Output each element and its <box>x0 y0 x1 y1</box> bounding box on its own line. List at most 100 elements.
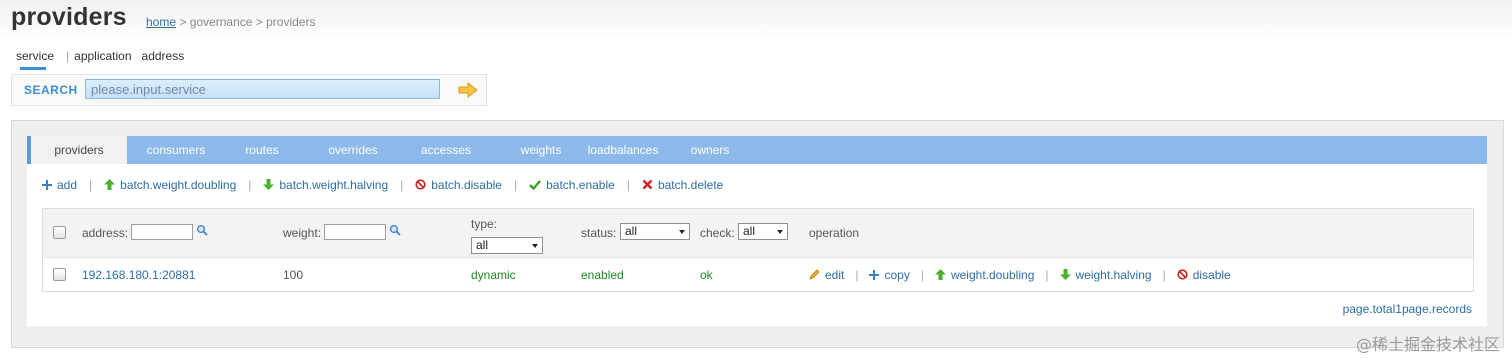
add-label: add <box>57 178 78 192</box>
check-filter-value: all <box>743 224 756 238</box>
tab-loadbalances[interactable]: loadbalances <box>577 136 669 164</box>
address-filter-input[interactable] <box>131 224 193 240</box>
content-panel-inner: providers consumers routes overrides acc… <box>27 136 1487 326</box>
provider-check: ok <box>700 268 713 282</box>
weight-halving-label: weight.halving <box>1075 268 1152 282</box>
batch-delete-button[interactable]: batch.delete <box>642 178 723 192</box>
row-operations: edit | copy | weight.doubling | weight.halving… <box>809 268 1231 283</box>
status-filter-select[interactable]: all <box>620 223 690 240</box>
type-filter-select[interactable]: all <box>471 237 543 254</box>
copy-button[interactable]: copy <box>869 268 910 283</box>
type-filter-label: type: <box>471 217 498 231</box>
tab-providers[interactable]: providers <box>31 136 127 164</box>
page-title: providers <box>11 3 127 31</box>
tab-overrides[interactable]: overrides <box>299 136 407 164</box>
subnav-address[interactable]: address <box>142 49 185 63</box>
subnav-service[interactable]: service <box>16 49 54 70</box>
check-filter-label: check: <box>700 226 735 240</box>
tab-routes[interactable]: routes <box>225 136 299 164</box>
tab-bar: providers consumers routes overrides acc… <box>27 136 1487 164</box>
provider-status: enabled <box>581 268 624 282</box>
disable-button[interactable]: disable <box>1177 268 1231 282</box>
tab-owners[interactable]: owners <box>675 136 745 164</box>
provider-address-link[interactable]: 192.168.180.1:20881 <box>82 268 195 282</box>
status-filter-label: status: <box>581 226 617 240</box>
search-input[interactable] <box>85 79 440 99</box>
add-button[interactable]: add <box>42 178 77 192</box>
arrow-up-icon <box>934 269 946 283</box>
edit-button[interactable]: edit <box>809 268 844 282</box>
weight-halving-button[interactable]: weight.halving <box>1059 268 1152 283</box>
sub-navigation: service | application address <box>16 49 185 70</box>
chevron-down-icon <box>532 244 538 248</box>
address-filter-label: address: <box>82 226 129 240</box>
providers-table: address: weight: type: all status: all c… <box>42 208 1474 292</box>
weight-filter-input[interactable] <box>324 224 386 240</box>
batch-weight-doubling-label: batch.weight.doubling <box>120 178 237 192</box>
type-filter-value: all <box>476 238 489 252</box>
batch-disable-label: batch.disable <box>431 178 502 192</box>
operation-separator: | <box>855 268 859 282</box>
batch-enable-button[interactable]: batch.enable <box>529 178 615 192</box>
select-all-checkbox[interactable] <box>53 226 66 239</box>
pencil-icon <box>809 269 820 283</box>
status-filter-value: all <box>625 224 638 238</box>
table-row: 192.168.180.1:20881 100 dynamic enabled … <box>43 258 1473 290</box>
plus-icon <box>869 269 880 283</box>
weight-doubling-label: weight.doubling <box>950 268 1035 282</box>
tab-consumers[interactable]: consumers <box>127 136 225 164</box>
weight-filter-label: weight: <box>283 226 322 240</box>
batch-weight-halving-button[interactable]: batch.weight.halving <box>263 178 388 192</box>
disable-label: disable <box>1192 268 1231 282</box>
batch-enable-label: batch.enable <box>546 178 615 192</box>
ban-icon <box>415 179 426 193</box>
tab-accesses[interactable]: accesses <box>407 136 485 164</box>
batch-weight-doubling-button[interactable]: batch.weight.doubling <box>104 178 236 192</box>
plus-icon <box>42 179 52 193</box>
arrow-right-icon[interactable] <box>458 81 478 99</box>
toolbar-separator: | <box>513 178 518 192</box>
breadcrumb-home-link[interactable]: home <box>146 15 176 29</box>
batch-delete-label: batch.delete <box>657 178 724 192</box>
ban-icon <box>1177 269 1188 283</box>
operation-separator: | <box>1162 268 1166 282</box>
tab-weights[interactable]: weights <box>499 136 583 164</box>
close-icon <box>642 179 653 193</box>
table-header: address: weight: type: all status: all c… <box>43 209 1473 258</box>
search-icon[interactable] <box>389 224 401 239</box>
batch-disable-button[interactable]: batch.disable <box>415 178 502 192</box>
copy-label: copy <box>884 268 910 282</box>
weight-doubling-button[interactable]: weight.doubling <box>934 268 1035 283</box>
edit-label: edit <box>825 268 845 282</box>
watermark: @稀土掘金技术社区 <box>1355 335 1500 354</box>
toolbar-separator: | <box>248 178 252 192</box>
arrow-down-icon <box>263 179 275 193</box>
provider-weight: 100 <box>283 268 304 282</box>
action-toolbar: add | batch.weight.doubling | batch.weight.h… <box>42 178 723 193</box>
subnav-application[interactable]: application <box>74 49 131 63</box>
breadcrumb: home > governance > providers <box>146 15 315 29</box>
search-label: SEARCH <box>24 83 78 97</box>
batch-weight-halving-label: batch.weight.halving <box>279 178 389 192</box>
operation-separator: | <box>1045 268 1049 282</box>
search-bar: SEARCH <box>11 74 487 106</box>
chevron-down-icon <box>679 230 685 234</box>
check-icon <box>529 179 542 193</box>
toolbar-separator: | <box>626 178 630 192</box>
row-checkbox[interactable] <box>53 268 66 281</box>
search-icon[interactable] <box>196 224 208 239</box>
provider-type: dynamic <box>471 268 516 282</box>
operation-separator: | <box>920 268 924 282</box>
pagination-summary: page.total1page.records <box>1342 302 1472 316</box>
breadcrumb-current: providers <box>266 15 316 29</box>
chevron-down-icon <box>777 230 783 234</box>
arrow-down-icon <box>1059 269 1071 283</box>
check-filter-select[interactable]: all <box>738 223 788 240</box>
breadcrumb-governance: governance <box>189 15 253 29</box>
subnav-separator: | <box>66 49 70 63</box>
breadcrumb-separator: > <box>252 15 267 29</box>
toolbar-separator: | <box>400 178 404 192</box>
content-panel: providers consumers routes overrides acc… <box>11 120 1504 348</box>
breadcrumb-separator: > <box>176 15 190 29</box>
operation-header: operation <box>809 226 860 240</box>
